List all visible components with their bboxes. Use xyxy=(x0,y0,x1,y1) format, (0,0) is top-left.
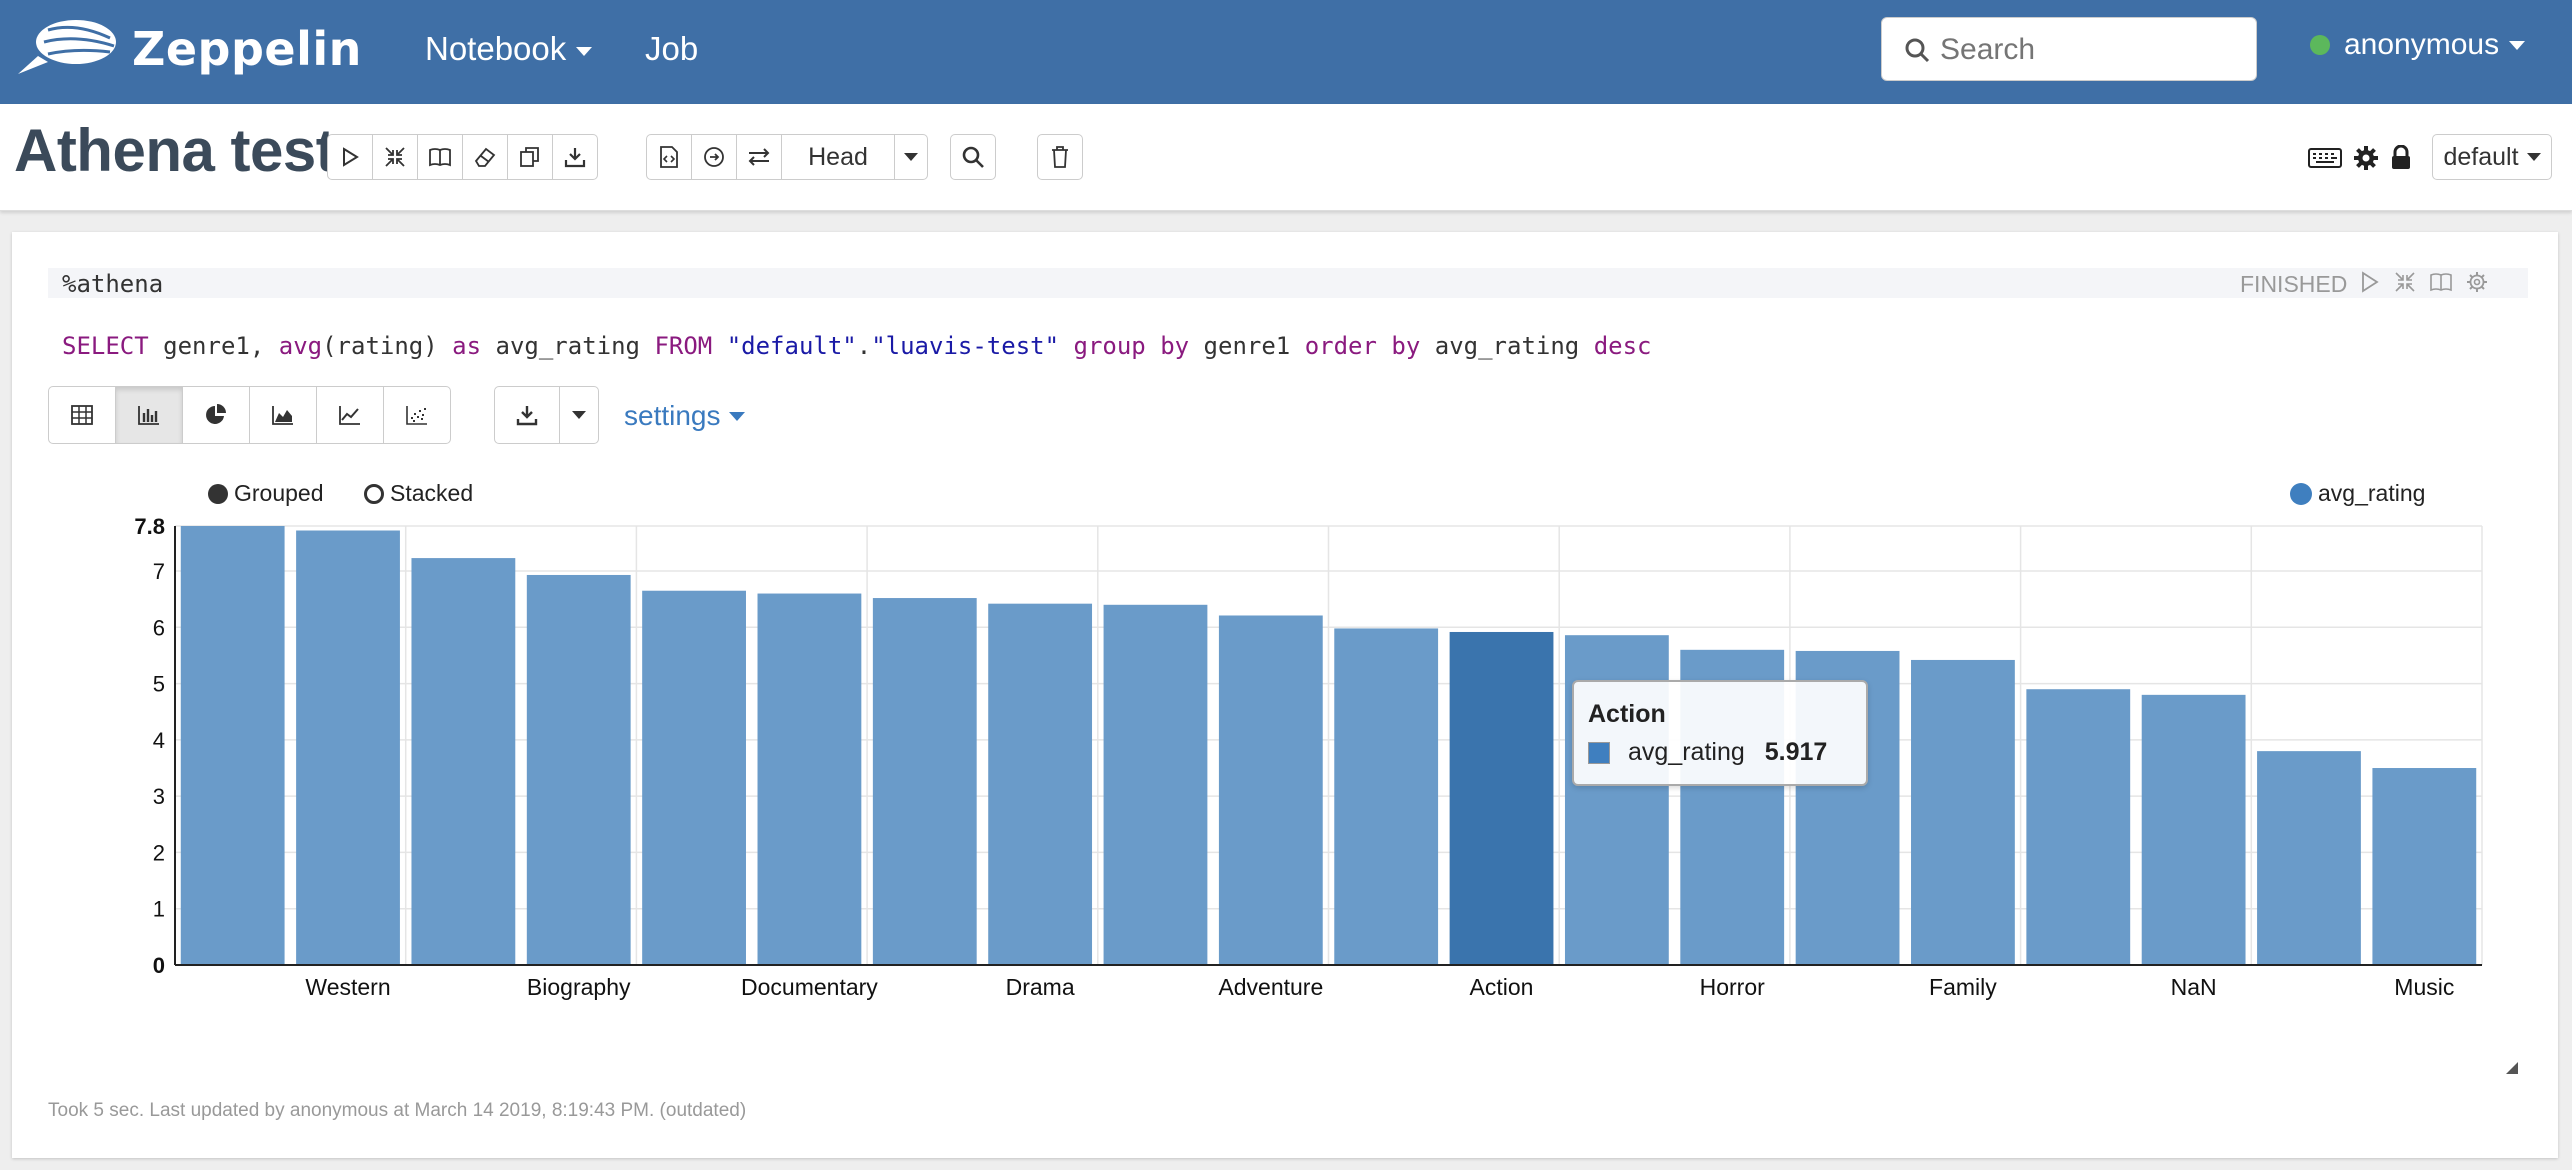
chevron-down-icon xyxy=(2509,40,2526,50)
y-tick-label: 5 xyxy=(153,672,165,697)
y-tick-label: 3 xyxy=(153,784,165,809)
username: anonymous xyxy=(2344,28,2500,61)
bar xyxy=(1218,615,1323,965)
bar xyxy=(872,598,977,965)
paragraph-card: %athena SELECT genre1, avg(rating) as av… xyxy=(12,232,2558,1158)
brand-name: Zeppelin xyxy=(132,22,362,76)
gear-icon[interactable] xyxy=(2352,144,2380,177)
bar xyxy=(757,593,862,965)
lock-icon[interactable] xyxy=(2390,144,2412,176)
set-revision-button[interactable] xyxy=(691,134,737,180)
y-tick-label: 6 xyxy=(153,615,165,640)
copy-icon xyxy=(520,147,539,167)
bar xyxy=(988,603,1093,965)
bar xyxy=(526,574,631,965)
search-box[interactable] xyxy=(1881,17,2257,81)
x-tick-label: Family xyxy=(1929,974,1997,1000)
bar xyxy=(1334,628,1439,965)
bar xyxy=(411,558,516,965)
x-tick-label: Drama xyxy=(1006,974,1075,1000)
search-icon xyxy=(962,146,984,168)
collapse-arrows-icon xyxy=(385,147,405,167)
brand[interactable]: Zeppelin xyxy=(14,14,362,84)
user-menu[interactable]: anonymous xyxy=(2310,28,2526,62)
trash-icon xyxy=(1052,146,1068,168)
search-code-button[interactable] xyxy=(950,134,996,180)
x-tick-label: Adventure xyxy=(1218,974,1323,1000)
x-tick-label: NaN xyxy=(2171,974,2217,1000)
chevron-down-icon xyxy=(576,46,593,56)
paragraph-footer: Took 5 sec. Last updated by anonymous at… xyxy=(48,1100,747,1121)
compare-revisions-button[interactable] xyxy=(736,134,782,180)
x-tick-label: Music xyxy=(2394,974,2454,1000)
tooltip-series: avg_rating xyxy=(1628,738,1745,766)
export-button[interactable] xyxy=(552,134,598,180)
bar xyxy=(296,530,400,965)
x-tick-label: Biography xyxy=(527,974,631,1000)
y-tick-label: 7 xyxy=(153,559,165,584)
bar-chart: 0 1 2 3 4 5 6 7 7.8 Western Biography Documentary Dr… xyxy=(134,514,2483,1000)
tooltip-title: Action xyxy=(1588,700,1666,728)
notebook-title[interactable]: Athena test xyxy=(14,116,336,185)
download-icon xyxy=(564,148,586,168)
y-tick-label: 1 xyxy=(153,897,165,922)
bar xyxy=(2026,689,2131,965)
chart-tooltip: Action avg_rating 5.917 xyxy=(1572,680,1868,786)
bar xyxy=(2141,694,2246,965)
revision-head-button[interactable]: Head xyxy=(781,134,895,180)
run-all-button[interactable] xyxy=(327,134,373,180)
tooltip-value: 5.917 xyxy=(1764,738,1828,766)
search-input[interactable] xyxy=(1938,28,2242,72)
book-icon xyxy=(429,148,451,167)
bar xyxy=(180,526,285,965)
tooltip-swatch xyxy=(1588,741,1610,764)
y-tick-label: 2 xyxy=(153,840,165,865)
version-control-button[interactable] xyxy=(646,134,692,180)
chevron-down-icon xyxy=(904,153,918,161)
x-tick-label: Horror xyxy=(1700,974,1766,1000)
notebook-header: Athena test Head default xyxy=(0,104,2572,211)
notebook-menu[interactable]: Notebook xyxy=(425,30,593,68)
notebook-menu-label: Notebook xyxy=(425,30,567,67)
y-tick-label: 7.8 xyxy=(134,514,165,539)
top-navbar: Zeppelin Notebook Job anonymous xyxy=(0,0,2572,104)
clear-output-button[interactable] xyxy=(462,134,508,180)
bar xyxy=(1103,604,1208,965)
search-code-group xyxy=(950,134,996,180)
play-icon xyxy=(343,147,359,167)
zeppelin-logo-icon xyxy=(14,16,118,83)
hide-code-button[interactable] xyxy=(372,134,418,180)
eraser-icon xyxy=(474,147,496,167)
chevron-down-icon xyxy=(2526,153,2541,161)
revision-dropdown-button[interactable] xyxy=(894,134,928,180)
keyboard-shortcuts-icon[interactable] xyxy=(2308,147,2342,174)
y-tick-label: 4 xyxy=(153,728,165,753)
x-tick-label: Action xyxy=(1470,974,1534,1000)
bar xyxy=(1911,659,2015,965)
x-tick-label: Documentary xyxy=(741,974,878,1000)
interpreter-binding-select[interactable]: default xyxy=(2432,134,2552,180)
bar xyxy=(2372,768,2477,965)
notebook-actions-group xyxy=(327,134,598,180)
interpreter-binding-label: default xyxy=(2443,142,2519,171)
exchange-icon xyxy=(748,148,770,166)
x-tick-label: Western xyxy=(305,974,390,1000)
hide-output-button[interactable] xyxy=(417,134,463,180)
bar xyxy=(2257,751,2361,965)
delete-group xyxy=(1037,134,1083,180)
tooltip-row: avg_rating 5.917 xyxy=(1588,738,1827,767)
job-link[interactable]: Job xyxy=(645,30,698,68)
version-control-group: Head xyxy=(646,134,928,180)
bar xyxy=(1449,631,1554,965)
clone-button[interactable] xyxy=(507,134,553,180)
file-code-icon xyxy=(660,146,678,168)
bar xyxy=(642,590,746,965)
online-status-icon xyxy=(2310,35,2330,55)
delete-notebook-button[interactable] xyxy=(1037,134,1083,180)
y-tick-label: 0 xyxy=(153,953,165,978)
header-right-icons xyxy=(2308,144,2412,177)
resize-handle-icon[interactable] xyxy=(2502,1058,2520,1081)
circle-arrow-icon xyxy=(704,147,724,167)
